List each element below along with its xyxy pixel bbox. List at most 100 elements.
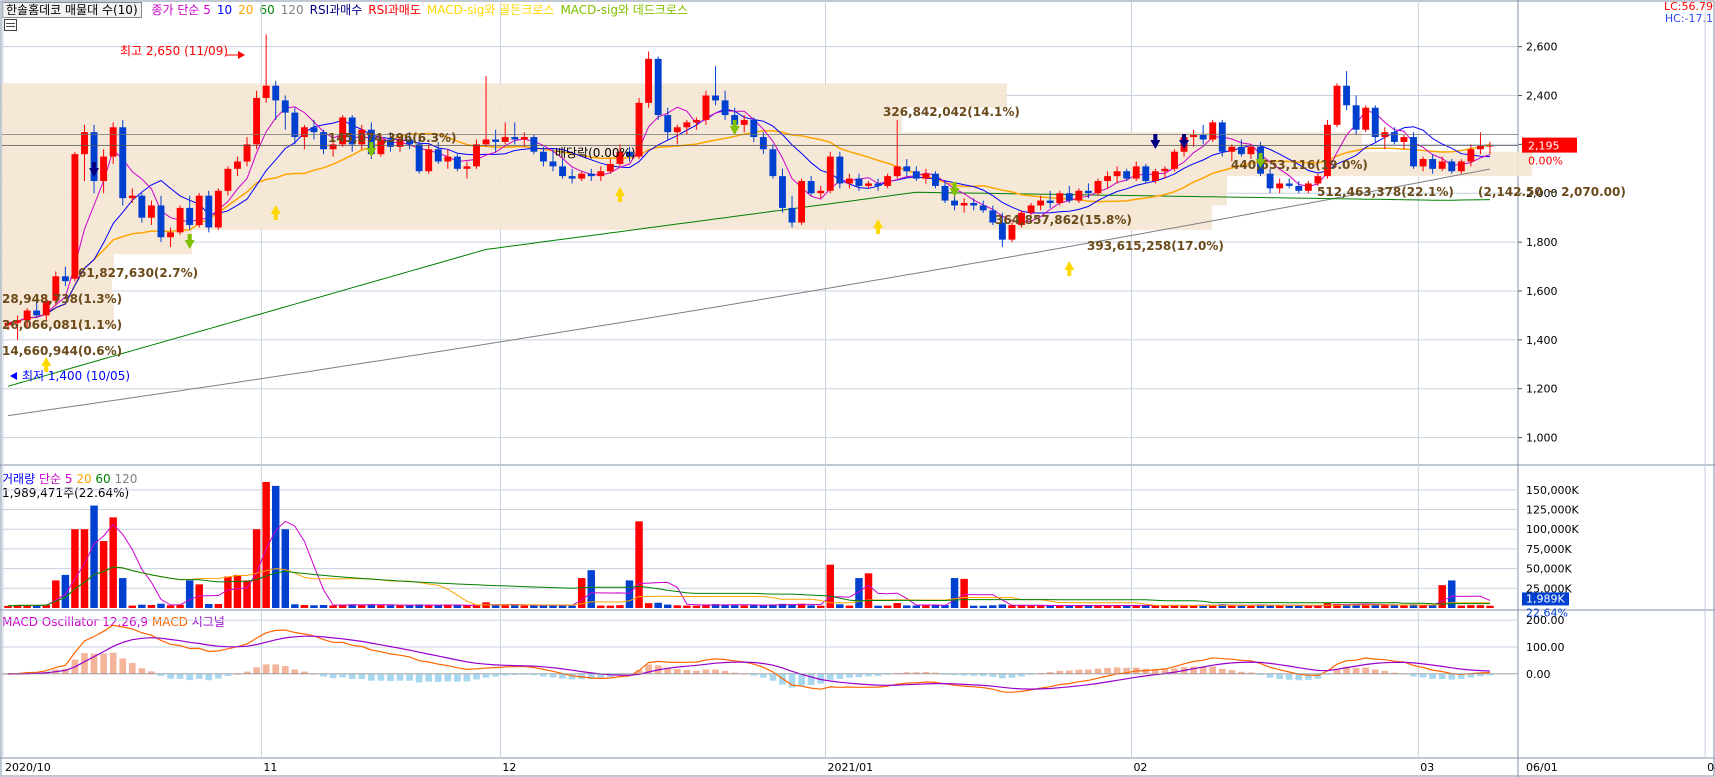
price-tick-label: 1,800 (1526, 236, 1558, 249)
candle-body (1046, 200, 1054, 204)
candle-body (635, 102, 643, 157)
candle-body (425, 149, 433, 172)
candle-body (779, 176, 786, 208)
macd-tick-label: 100.00 (1526, 641, 1565, 654)
macd-oscillator-bar (1438, 673, 1446, 680)
macd-oscillator-bar (1381, 670, 1389, 674)
zone-volume-label: 26,066,081(1.1%) (2, 318, 122, 332)
volume-bar (281, 529, 290, 608)
macd-oscillator-bar (396, 673, 404, 681)
candle-body (654, 58, 662, 116)
current-change-label: 0.00% (1528, 155, 1563, 168)
volume-bar (1419, 605, 1427, 608)
candle-body (186, 207, 194, 226)
candle-body (1247, 146, 1255, 155)
volume-bar (692, 605, 701, 608)
macd-oscillator-bar (406, 673, 413, 681)
candle-body (826, 156, 834, 191)
volume-bar (511, 605, 519, 608)
candle-body (1228, 146, 1236, 152)
macd-oscillator-bar (186, 673, 194, 681)
volume-profile-zone (2, 83, 1007, 108)
volume-tick-label: 50,000K (1526, 563, 1572, 576)
candle-body (176, 207, 184, 233)
macd-oscillator-bar (1199, 667, 1207, 674)
candle-body (530, 137, 538, 152)
candle-body (606, 163, 614, 172)
candle-body (1276, 183, 1284, 189)
volume-profile-zone (2, 107, 902, 133)
candle-body (903, 166, 911, 172)
macd-oscillator-bar (119, 658, 127, 674)
candle-body (587, 173, 595, 177)
volume-bar (1486, 605, 1494, 608)
volume-tick-label: 100,000K (1526, 523, 1579, 536)
volume-bar (635, 521, 643, 608)
macd-oscillator-bar (1410, 673, 1417, 677)
macd-oscillator-bar (807, 673, 815, 685)
macd-oscillator-bar (425, 673, 433, 682)
candle-body (81, 132, 88, 155)
candle-body (817, 190, 825, 194)
macd-oscillator-bar (482, 673, 490, 678)
macd-oscillator-bar (1238, 671, 1245, 674)
candle-body (759, 137, 767, 150)
macd-oscillator-bar (205, 673, 213, 681)
volume-current-pct: 22.64% (1526, 606, 1568, 619)
candle-body (1304, 183, 1312, 191)
volume-bar (568, 605, 576, 608)
macd-oscillator-bar (1008, 673, 1016, 678)
volume-bar (109, 517, 117, 608)
low-annotation-arrowhead (10, 372, 17, 380)
price-tick-label: 1,000 (1526, 432, 1558, 445)
candle-body (1161, 168, 1169, 172)
volume-bar (807, 605, 815, 608)
x-tick-label: 02 (1133, 761, 1147, 774)
candle-body (119, 127, 127, 199)
volume-bar (166, 605, 175, 608)
x-tick-label: 12 (502, 761, 516, 774)
volume-bar (128, 605, 137, 608)
candle-body (549, 161, 557, 167)
volume-bar (1122, 605, 1131, 608)
candle-body (444, 156, 452, 162)
macd-oscillator-bar (195, 673, 203, 679)
candle-body (951, 200, 959, 206)
candle-body (463, 166, 471, 169)
macd-oscillator-bar (272, 664, 280, 674)
candle-body (1084, 190, 1092, 194)
volume-bar (644, 603, 653, 608)
candle-body (865, 183, 872, 186)
volume-bar (453, 605, 462, 608)
candle-body (855, 178, 863, 186)
candle-body (1410, 137, 1417, 167)
candle-body (262, 85, 270, 98)
zone-volume-label: 14,660,944(0.6%) (2, 344, 122, 358)
volume-bar (950, 578, 959, 608)
macd-oscillator-bar (377, 673, 385, 681)
volume-bar (291, 604, 299, 608)
macd-oscillator-bar (836, 673, 844, 679)
volume-bar (1017, 605, 1026, 608)
dividend-annotation: 배당락(0.00%) (555, 146, 636, 160)
macd-oscillator-bar (1419, 673, 1427, 678)
volume-bar (1295, 605, 1303, 608)
volume-bar (205, 604, 213, 608)
volume-bar (903, 605, 911, 608)
chart-canvas[interactable]: 2,6002,4002,2002,0001,8001,6001,4001,200… (0, 0, 1715, 777)
zone-volume-label: 364,857,862(15.8%) (995, 213, 1132, 227)
volume-bar (883, 605, 892, 608)
price-tick-label: 1,400 (1526, 334, 1558, 347)
macd-oscillator-bar (1228, 670, 1236, 674)
candle-body (1285, 183, 1293, 186)
volume-bar (673, 605, 682, 608)
volume-bar (310, 605, 318, 608)
volume-bar (319, 605, 328, 608)
macd-oscillator-bar (693, 670, 700, 674)
volume-bar (52, 580, 60, 608)
macd-oscillator-bar (291, 669, 299, 674)
zone-price-range-label: (2,142.50 ~ 2,070.00) (1478, 185, 1626, 199)
candle-body (1266, 173, 1274, 189)
low-annotation: 최저 1,400 (10/05) (22, 369, 130, 383)
candle-body (932, 173, 939, 186)
